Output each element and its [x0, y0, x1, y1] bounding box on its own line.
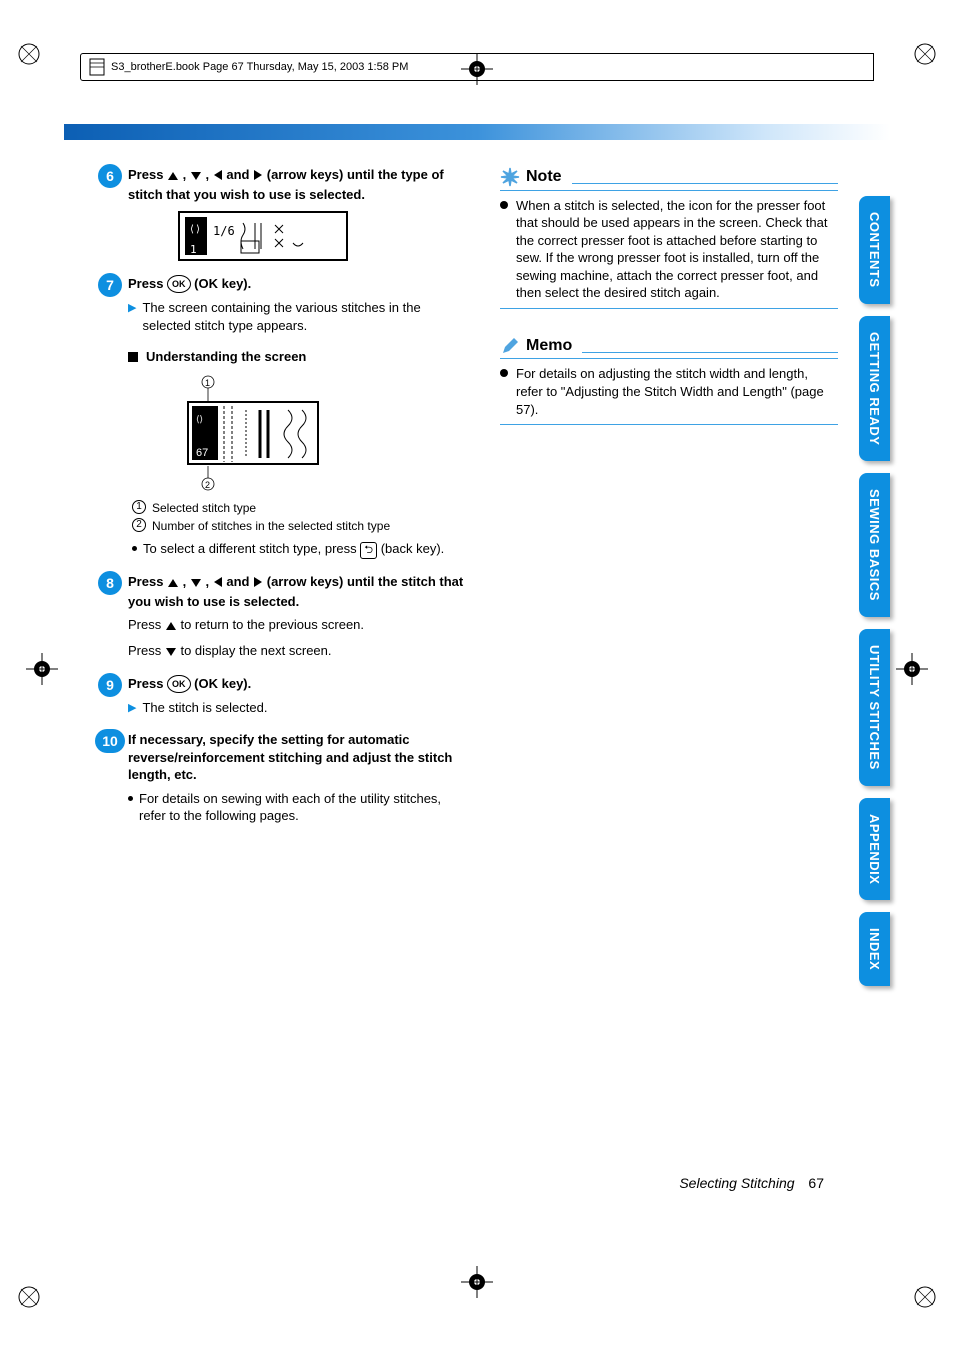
square-bullet-icon — [128, 352, 138, 362]
page-content: 6 Press , , and (arrow keys) until the t… — [128, 166, 838, 839]
legend-1-icon: 1 — [132, 500, 146, 514]
crosshair-icon — [896, 653, 928, 685]
tab-getting-ready[interactable]: GETTING READY — [859, 316, 890, 461]
step-6-text: Press , , and (arrow keys) until the typ… — [128, 166, 466, 203]
registration-mark-icon — [911, 40, 939, 68]
step-10: 10 If necessary, specify the setting for… — [128, 731, 466, 825]
bullet-icon — [128, 796, 133, 801]
result-caret-icon: ▶ — [128, 701, 136, 716]
file-path-text: S3_brotherE.book Page 67 Thursday, May 1… — [111, 61, 408, 73]
arrow-right-icon — [253, 575, 263, 593]
step-8-text: Press , , and (arrow keys) until the sti… — [128, 573, 466, 610]
step-7-text: Press OK (OK key). — [128, 275, 466, 293]
arrow-up-icon — [167, 168, 179, 186]
step-6: 6 Press , , and (arrow keys) until the t… — [128, 166, 466, 261]
back-key-icon: ⮌ — [360, 542, 377, 559]
svg-text:1: 1 — [205, 378, 210, 388]
screen-diagram: 1 ⟨⟩ 67 2 — [158, 374, 338, 494]
diagram-legend: 1 Selected stitch type 2 Number of stitche… — [132, 500, 466, 534]
ok-key-icon: OK — [167, 675, 191, 693]
back-key-tip: To select a different stitch type, press… — [132, 540, 466, 559]
svg-text:67: 67 — [196, 447, 208, 459]
footer-page-number: 67 — [808, 1175, 824, 1191]
note-title: Note — [526, 166, 562, 188]
tab-sewing-basics[interactable]: SEWING BASICS — [859, 473, 890, 617]
svg-text:⟨⟩: ⟨⟩ — [189, 224, 201, 235]
step-number-badge: 10 — [95, 729, 125, 753]
memo-callout: Memo For details on adjusting the stitch… — [500, 335, 838, 425]
tab-utility-stitches[interactable]: UTILITY STITCHES — [859, 629, 890, 786]
step-9: 9 Press OK (OK key). ▶ The stitch is sel… — [128, 675, 466, 717]
section-tabs: CONTENTS GETTING READY SEWING BASICS UTI… — [859, 196, 890, 986]
memo-body: For details on adjusting the stitch widt… — [516, 365, 838, 418]
file-path-header: S3_brotherE.book Page 67 Thursday, May 1… — [80, 53, 874, 81]
arrow-up-icon — [167, 575, 179, 593]
step-10-bullet: For details on sewing with each of the u… — [128, 790, 466, 825]
step-8-sub1: Press to return to the previous screen. — [128, 616, 466, 636]
arrow-down-icon — [190, 168, 202, 186]
registration-mark-icon — [15, 40, 43, 68]
note-callout: Note When a stitch is selected, the icon… — [500, 166, 838, 309]
memo-title: Memo — [526, 335, 572, 357]
svg-text:1/6: 1/6 — [213, 224, 235, 238]
lcd-screen-illustration: 1 ⟨⟩ 1/6 — [178, 211, 348, 261]
tab-index[interactable]: INDEX — [859, 912, 890, 986]
registration-mark-icon — [15, 1283, 43, 1311]
svg-text:1: 1 — [190, 243, 197, 256]
right-column: Note When a stitch is selected, the icon… — [500, 166, 838, 839]
book-icon — [89, 58, 105, 76]
svg-text:2: 2 — [205, 480, 210, 490]
crosshair-icon — [26, 653, 58, 685]
page-header-bar — [64, 124, 890, 140]
tab-contents[interactable]: CONTENTS — [859, 196, 890, 304]
note-body: When a stitch is selected, the icon for … — [516, 197, 838, 302]
step-number-badge: 6 — [98, 164, 122, 188]
legend-1-text: Selected stitch type — [152, 500, 256, 516]
arrow-down-icon — [165, 644, 177, 662]
step-9-text: Press OK (OK key). — [128, 675, 466, 693]
footer-section-title: Selecting Stitching — [679, 1175, 794, 1191]
bullet-icon — [500, 369, 508, 377]
arrow-up-icon — [165, 618, 177, 636]
legend-2-icon: 2 — [132, 518, 146, 532]
registration-mark-icon — [911, 1283, 939, 1311]
left-column: 6 Press , , and (arrow keys) until the t… — [128, 166, 466, 839]
ok-key-icon: OK — [167, 275, 191, 293]
bullet-icon — [132, 546, 137, 551]
tab-appendix[interactable]: APPENDIX — [859, 798, 890, 900]
note-burst-icon — [500, 167, 520, 187]
step-8-sub2: Press to display the next screen. — [128, 642, 466, 662]
arrow-left-icon — [213, 168, 223, 186]
step-number-badge: 7 — [98, 273, 122, 297]
result-caret-icon: ▶ — [128, 301, 136, 316]
step-number-badge: 9 — [98, 673, 122, 697]
memo-pencil-icon — [500, 336, 520, 356]
step-7-result: ▶ The screen containing the various stit… — [128, 299, 466, 334]
step-10-text: If necessary, specify the setting for au… — [128, 731, 466, 784]
subheading-understanding: Understanding the screen — [128, 348, 466, 366]
crosshair-icon — [461, 1266, 493, 1298]
arrow-left-icon — [213, 575, 223, 593]
step-number-badge: 8 — [98, 571, 122, 595]
arrow-down-icon — [190, 575, 202, 593]
page-footer: Selecting Stitching 67 — [679, 1175, 824, 1191]
arrow-right-icon — [253, 168, 263, 186]
step-7: 7 Press OK (OK key). ▶ The screen contai… — [128, 275, 466, 334]
bullet-icon — [500, 201, 508, 209]
legend-2-text: Number of stitches in the selected stitc… — [152, 518, 390, 534]
step-9-result: ▶ The stitch is selected. — [128, 699, 466, 717]
svg-text:⟨⟩: ⟨⟩ — [196, 414, 203, 424]
step-8: 8 Press , , and (arrow keys) until the s… — [128, 573, 466, 661]
